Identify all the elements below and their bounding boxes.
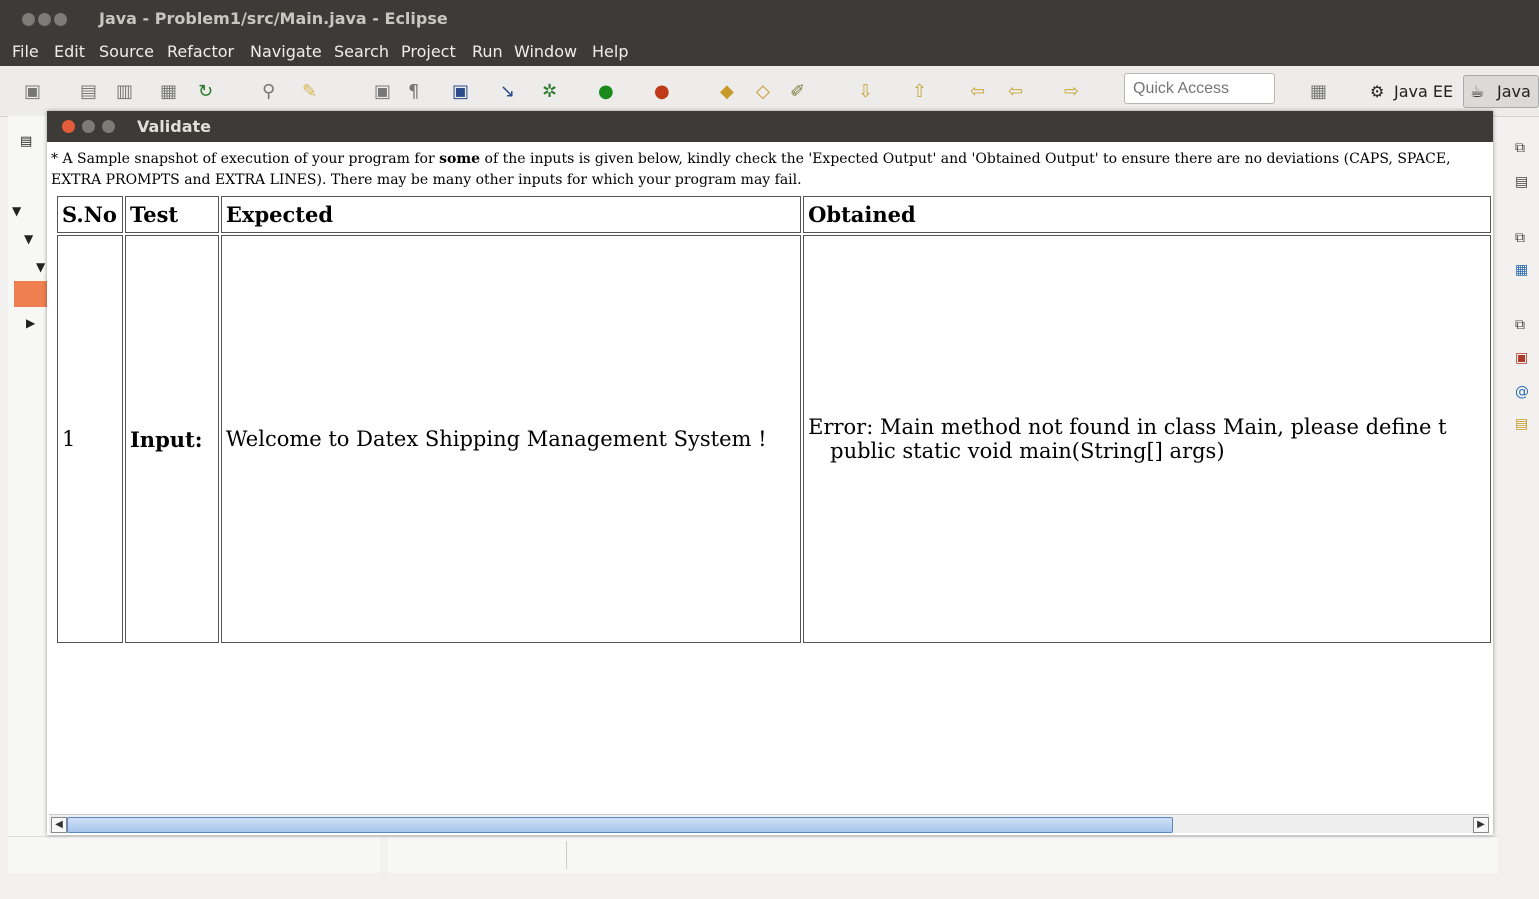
minimize-icon[interactable] [38,13,51,26]
menu-refactor[interactable]: Refactor [167,42,234,61]
dialog-title: Validate [137,117,212,136]
search-icon[interactable]: ✐ [790,81,805,102]
tree-expand-icon[interactable]: ▼ [12,204,21,218]
menu-window[interactable]: Window [514,42,577,61]
scroll-left-icon[interactable]: ◀ [51,817,67,833]
tree-collapse-icon[interactable]: ▶ [26,316,35,330]
header-obtained: Obtained [803,196,1491,233]
skip-icon[interactable]: ↘ [500,81,515,102]
save-all-icon[interactable]: ▥ [116,81,133,102]
header-test: Test [124,196,219,233]
tree-expand-icon[interactable]: ▼ [24,232,33,246]
external-tools-icon[interactable]: ● [654,81,670,102]
menu-edit[interactable]: Edit [54,42,85,61]
perspective-java-ee-icon[interactable]: ⚙ [1370,82,1384,101]
package-explorer-icon[interactable]: ▤ [20,134,32,149]
back-icon[interactable]: ⇦ [1008,81,1023,102]
cell-test: Input: [124,235,219,643]
dialog-note: * A Sample snapshot of execution of your… [51,151,1451,188]
obtained-error-line: Error: Main method not found in class Ma… [808,415,1447,439]
menu-file[interactable]: File [12,42,39,61]
cell-obtained: Error: Main method not found in class Ma… [803,235,1491,643]
restore-icon[interactable]: ⧉ [1515,317,1525,333]
pencil-icon[interactable]: ✎ [302,81,317,102]
declaration-icon[interactable]: ▤ [1515,416,1528,432]
minimize-icon[interactable] [82,120,95,133]
horizontal-scrollbar[interactable]: ◀ ▶ [49,814,1489,833]
open-perspective-icon[interactable]: ▦ [1310,81,1327,102]
prev-annotation-icon[interactable]: ⇧ [912,81,927,102]
quick-access-input[interactable] [1124,73,1275,104]
task-list-icon[interactable]: ▤ [1515,174,1528,190]
close-icon[interactable] [62,120,75,133]
header-sno: S.No [57,196,123,233]
status-bar [8,836,1498,873]
build-icon[interactable]: ▦ [160,81,177,102]
run-icon[interactable]: ● [598,81,614,102]
perspective-java[interactable]: Java [1497,82,1531,101]
restore-icon[interactable]: ⧉ [1515,230,1525,246]
refresh-icon[interactable]: ↻ [198,81,213,102]
debug-icon[interactable]: ✲ [542,81,557,102]
monitor-icon[interactable]: ▣ [452,81,469,102]
window-titlebar: Java - Problem1/src/Main.java - Eclipse [0,0,1539,38]
perspective-java-ee[interactable]: Java EE [1394,82,1453,101]
outline-icon[interactable]: ▦ [1515,262,1528,278]
menu-help[interactable]: Help [592,42,628,61]
perspective-java-icon[interactable]: ☕ [1470,82,1484,101]
restore-icon[interactable]: ⧉ [1515,140,1525,156]
cell-expected: Welcome to Datex Shipping Management Sys… [220,235,802,643]
menu-run[interactable]: Run [472,42,503,61]
window-title: Java - Problem1/src/Main.java - Eclipse [99,9,448,28]
cell-sno: 1 [57,235,123,643]
menu-navigate[interactable]: Navigate [250,42,322,61]
scrollbar-thumb[interactable] [67,817,1173,833]
format-icon[interactable]: ▣ [374,81,391,102]
table-header-row: S.No Test Expected Obtained [57,196,1491,233]
close-icon[interactable] [22,13,35,26]
main-toolbar: ▣ ▤ ▥ ▦ ↻ ⚲ ✎ ▣ ¶ ▣ ↘ ✲ ● ● ◆ ◇ ✐ ⇩ ⇧ ⇦ … [0,66,1539,117]
last-edit-icon[interactable]: ⇦ [970,81,985,102]
paragraph-icon[interactable]: ¶ [408,81,419,102]
forward-icon[interactable]: ⇨ [1064,81,1079,102]
window-controls[interactable] [22,11,70,30]
results-table: S.No Test Expected Obtained 1 Input: Wel… [55,194,1493,645]
save-icon[interactable]: ▤ [80,81,97,102]
new-icon[interactable]: ▣ [24,81,41,102]
next-annotation-icon[interactable]: ⇩ [858,81,873,102]
table-row: 1 Input: Welcome to Datex Shipping Manag… [57,235,1491,643]
selected-tree-item[interactable] [14,281,47,307]
maximize-icon[interactable] [102,120,115,133]
dialog-titlebar: Validate [47,111,1493,142]
scroll-right-icon[interactable]: ▶ [1473,817,1489,833]
header-expected: Expected [220,196,802,233]
maximize-icon[interactable] [54,13,67,26]
menu-search[interactable]: Search [334,42,389,61]
pin-icon[interactable]: ⚲ [262,81,275,102]
tree-expand-icon[interactable]: ▼ [36,260,45,274]
open-type-icon[interactable]: ◆ [720,81,734,102]
validate-dialog: Validate * A Sample snapshot of executio… [47,111,1493,835]
obtained-signature-line: public static void main(String[] args) [830,439,1225,463]
menu-source[interactable]: Source [99,42,154,61]
menu-bar: File Edit Source Refactor Navigate Searc… [0,38,1539,66]
javadoc-icon[interactable]: @ [1515,384,1529,400]
package-explorer-gutter: ▤ ▼ ▼ ▼ ▶ [8,116,47,836]
problems-icon[interactable]: ▣ [1515,350,1528,366]
menu-project[interactable]: Project [401,42,456,61]
open-folder-icon[interactable]: ◇ [756,81,770,102]
